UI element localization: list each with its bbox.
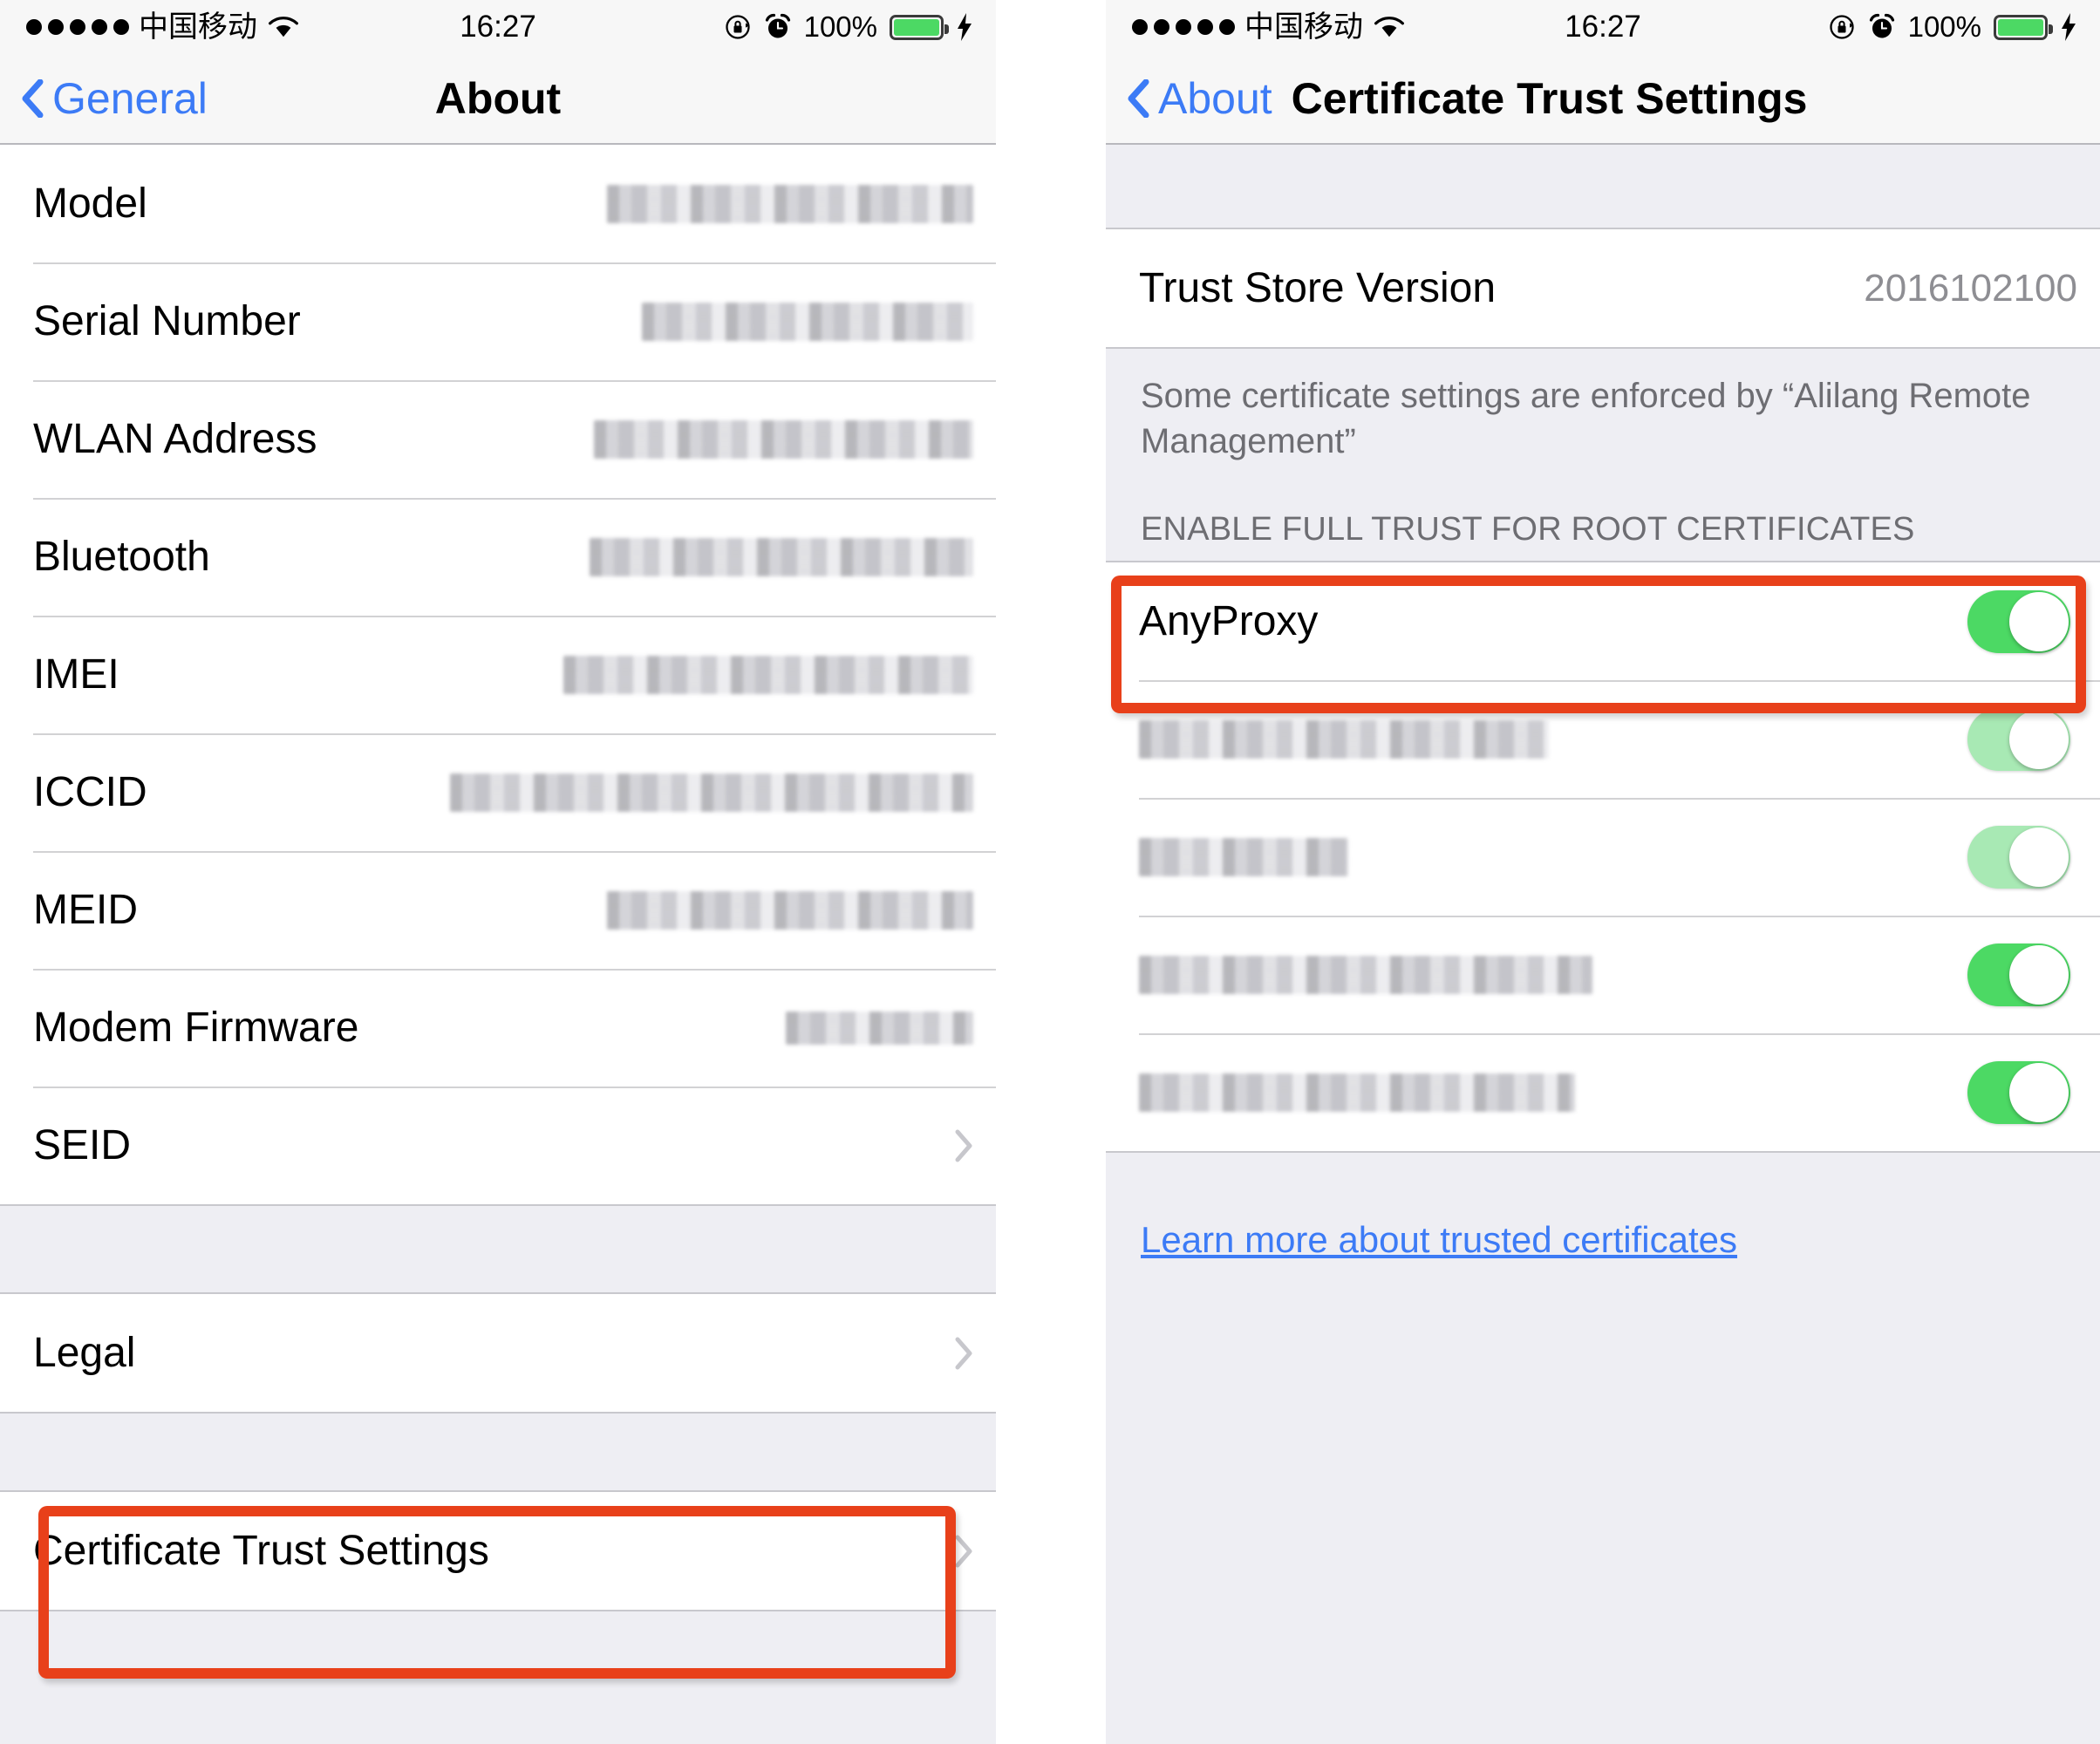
rotation-lock-icon <box>1828 13 1856 41</box>
signal-dots-icon <box>26 19 129 35</box>
table-row[interactable]: WLAN Address <box>0 380 996 498</box>
table-row[interactable]: Model <box>0 145 996 262</box>
back-button-general[interactable]: General <box>0 73 208 124</box>
row-label: Model <box>33 181 147 227</box>
certificate-trust-table: Certificate Trust Settings <box>0 1492 996 1610</box>
carrier-label: 中国移动 <box>1244 10 1363 44</box>
status-bar-left-group: 中国移动 <box>1132 12 1406 42</box>
redacted-value <box>590 537 973 576</box>
row-label: Trust Store Version <box>1139 265 1497 311</box>
section-gap <box>0 1204 996 1294</box>
redacted-value <box>786 1011 973 1045</box>
enforced-settings-note: Some certificate settings are enforced b… <box>1106 347 2100 473</box>
row-label: SEID <box>33 1122 132 1168</box>
row-label: Serial Number <box>33 298 301 344</box>
lightning-bolt-icon <box>956 13 973 41</box>
signal-dots-icon <box>1132 19 1235 35</box>
trust-toggle[interactable] <box>1967 1060 2070 1124</box>
nav-bar-left: General About <box>0 54 996 145</box>
section-gap <box>0 1412 996 1492</box>
certificate-name: AnyProxy <box>1139 598 1319 644</box>
chevron-right-icon <box>942 1129 973 1162</box>
legal-table: Legal <box>0 1294 996 1412</box>
trust-toggle[interactable] <box>1967 943 2070 1006</box>
status-bar-left: 中国移动 16:27 100% <box>0 0 996 54</box>
bottom-filler <box>0 1610 996 1744</box>
row-label: Bluetooth <box>33 534 210 580</box>
carrier-label: 中国移动 <box>139 10 257 44</box>
redacted-value <box>607 184 973 223</box>
trust-toggle[interactable] <box>1967 707 2070 771</box>
chevron-right-icon <box>942 1535 973 1568</box>
wifi-icon <box>1373 15 1406 39</box>
redacted-certificate-name <box>1139 1073 1575 1112</box>
trust-store-table: Trust Store Version 2016102100 <box>1106 229 2100 347</box>
redacted-certificate-name <box>1139 719 1549 759</box>
battery-percent-label: 100% <box>1907 10 1981 43</box>
certificate-row[interactable] <box>1106 1033 2100 1151</box>
redacted-value <box>607 890 973 930</box>
chevron-left-icon <box>1127 79 1149 118</box>
table-row[interactable]: IMEI <box>0 616 996 733</box>
redacted-value <box>563 655 973 694</box>
section-header-enable-full-trust: ENABLE FULL TRUST FOR ROOT CERTIFICATES <box>1106 473 2100 561</box>
redacted-certificate-name <box>1139 837 1348 876</box>
redacted-value <box>642 302 973 341</box>
table-row[interactable]: ICCID <box>0 733 996 851</box>
section-gap <box>1106 145 2100 229</box>
chevron-left-icon <box>21 79 44 118</box>
row-label: Modem Firmware <box>33 1005 359 1051</box>
certificate-row[interactable] <box>1106 798 2100 916</box>
table-row[interactable]: Serial Number <box>0 262 996 380</box>
row-label: Certificate Trust Settings <box>33 1528 489 1574</box>
legal-row[interactable]: Legal <box>0 1294 996 1412</box>
trust-store-version-row: Trust Store Version 2016102100 <box>1106 229 2100 347</box>
certificates-table: AnyProxy <box>1106 561 2100 1151</box>
row-label: IMEI <box>33 651 119 698</box>
certificate-row[interactable] <box>1106 680 2100 798</box>
alarm-clock-icon <box>1868 13 1896 41</box>
status-bar-left-group: 中国移动 <box>26 12 300 42</box>
row-label: Legal <box>33 1330 136 1376</box>
back-button-about[interactable]: About <box>1106 73 1272 124</box>
status-bar-right-group: 100% <box>1828 10 2077 44</box>
trust-store-version-value: 2016102100 <box>1864 266 2077 310</box>
redacted-value <box>450 773 973 812</box>
left-phone-screen: 中国移动 16:27 100% General About Model Seri… <box>0 0 996 1744</box>
redacted-certificate-name <box>1139 955 1592 994</box>
table-row[interactable]: SEID <box>0 1087 996 1204</box>
alarm-clock-icon <box>764 13 792 41</box>
status-bar-right: 中国移动 16:27 100% <box>1106 0 2100 54</box>
battery-icon <box>1994 14 2053 40</box>
right-phone-screen: 中国移动 16:27 100% About Certificate Trust … <box>1106 0 2100 1744</box>
status-bar-right-group: 100% <box>724 10 973 44</box>
chevron-right-icon <box>942 1337 973 1370</box>
battery-percent-label: 100% <box>803 10 877 43</box>
nav-bar-right: About Certificate Trust Settings <box>1106 54 2100 145</box>
lightning-bolt-icon <box>2060 13 2077 41</box>
back-button-label: About <box>1158 74 1272 123</box>
learn-more-link[interactable]: Learn more about trusted certificates <box>1141 1219 1737 1260</box>
footer-pane: Learn more about trusted certificates <box>1106 1151 2100 1744</box>
battery-icon <box>890 14 949 40</box>
screenshot-stage: 中国移动 16:27 100% General About Model Seri… <box>0 0 2100 1744</box>
about-info-table: Model Serial Number WLAN Address Bluetoo… <box>0 145 996 1204</box>
table-row[interactable]: MEID <box>0 851 996 969</box>
redacted-value <box>594 419 973 459</box>
certificate-row[interactable] <box>1106 916 2100 1033</box>
trust-toggle[interactable] <box>1967 825 2070 889</box>
table-row[interactable]: Bluetooth <box>0 498 996 616</box>
row-label: MEID <box>33 887 138 933</box>
row-label: WLAN Address <box>33 416 317 462</box>
row-label: ICCID <box>33 769 147 815</box>
rotation-lock-icon <box>724 13 752 41</box>
back-button-label: General <box>52 74 208 123</box>
certificate-trust-settings-row[interactable]: Certificate Trust Settings <box>0 1492 996 1610</box>
certificate-row-anyproxy[interactable]: AnyProxy <box>1106 562 2100 680</box>
page-title-certificate-trust-settings: Certificate Trust Settings <box>1291 74 1808 123</box>
table-row[interactable]: Modem Firmware <box>0 969 996 1087</box>
trust-toggle-anyproxy[interactable] <box>1967 589 2070 653</box>
wifi-icon <box>267 15 300 39</box>
